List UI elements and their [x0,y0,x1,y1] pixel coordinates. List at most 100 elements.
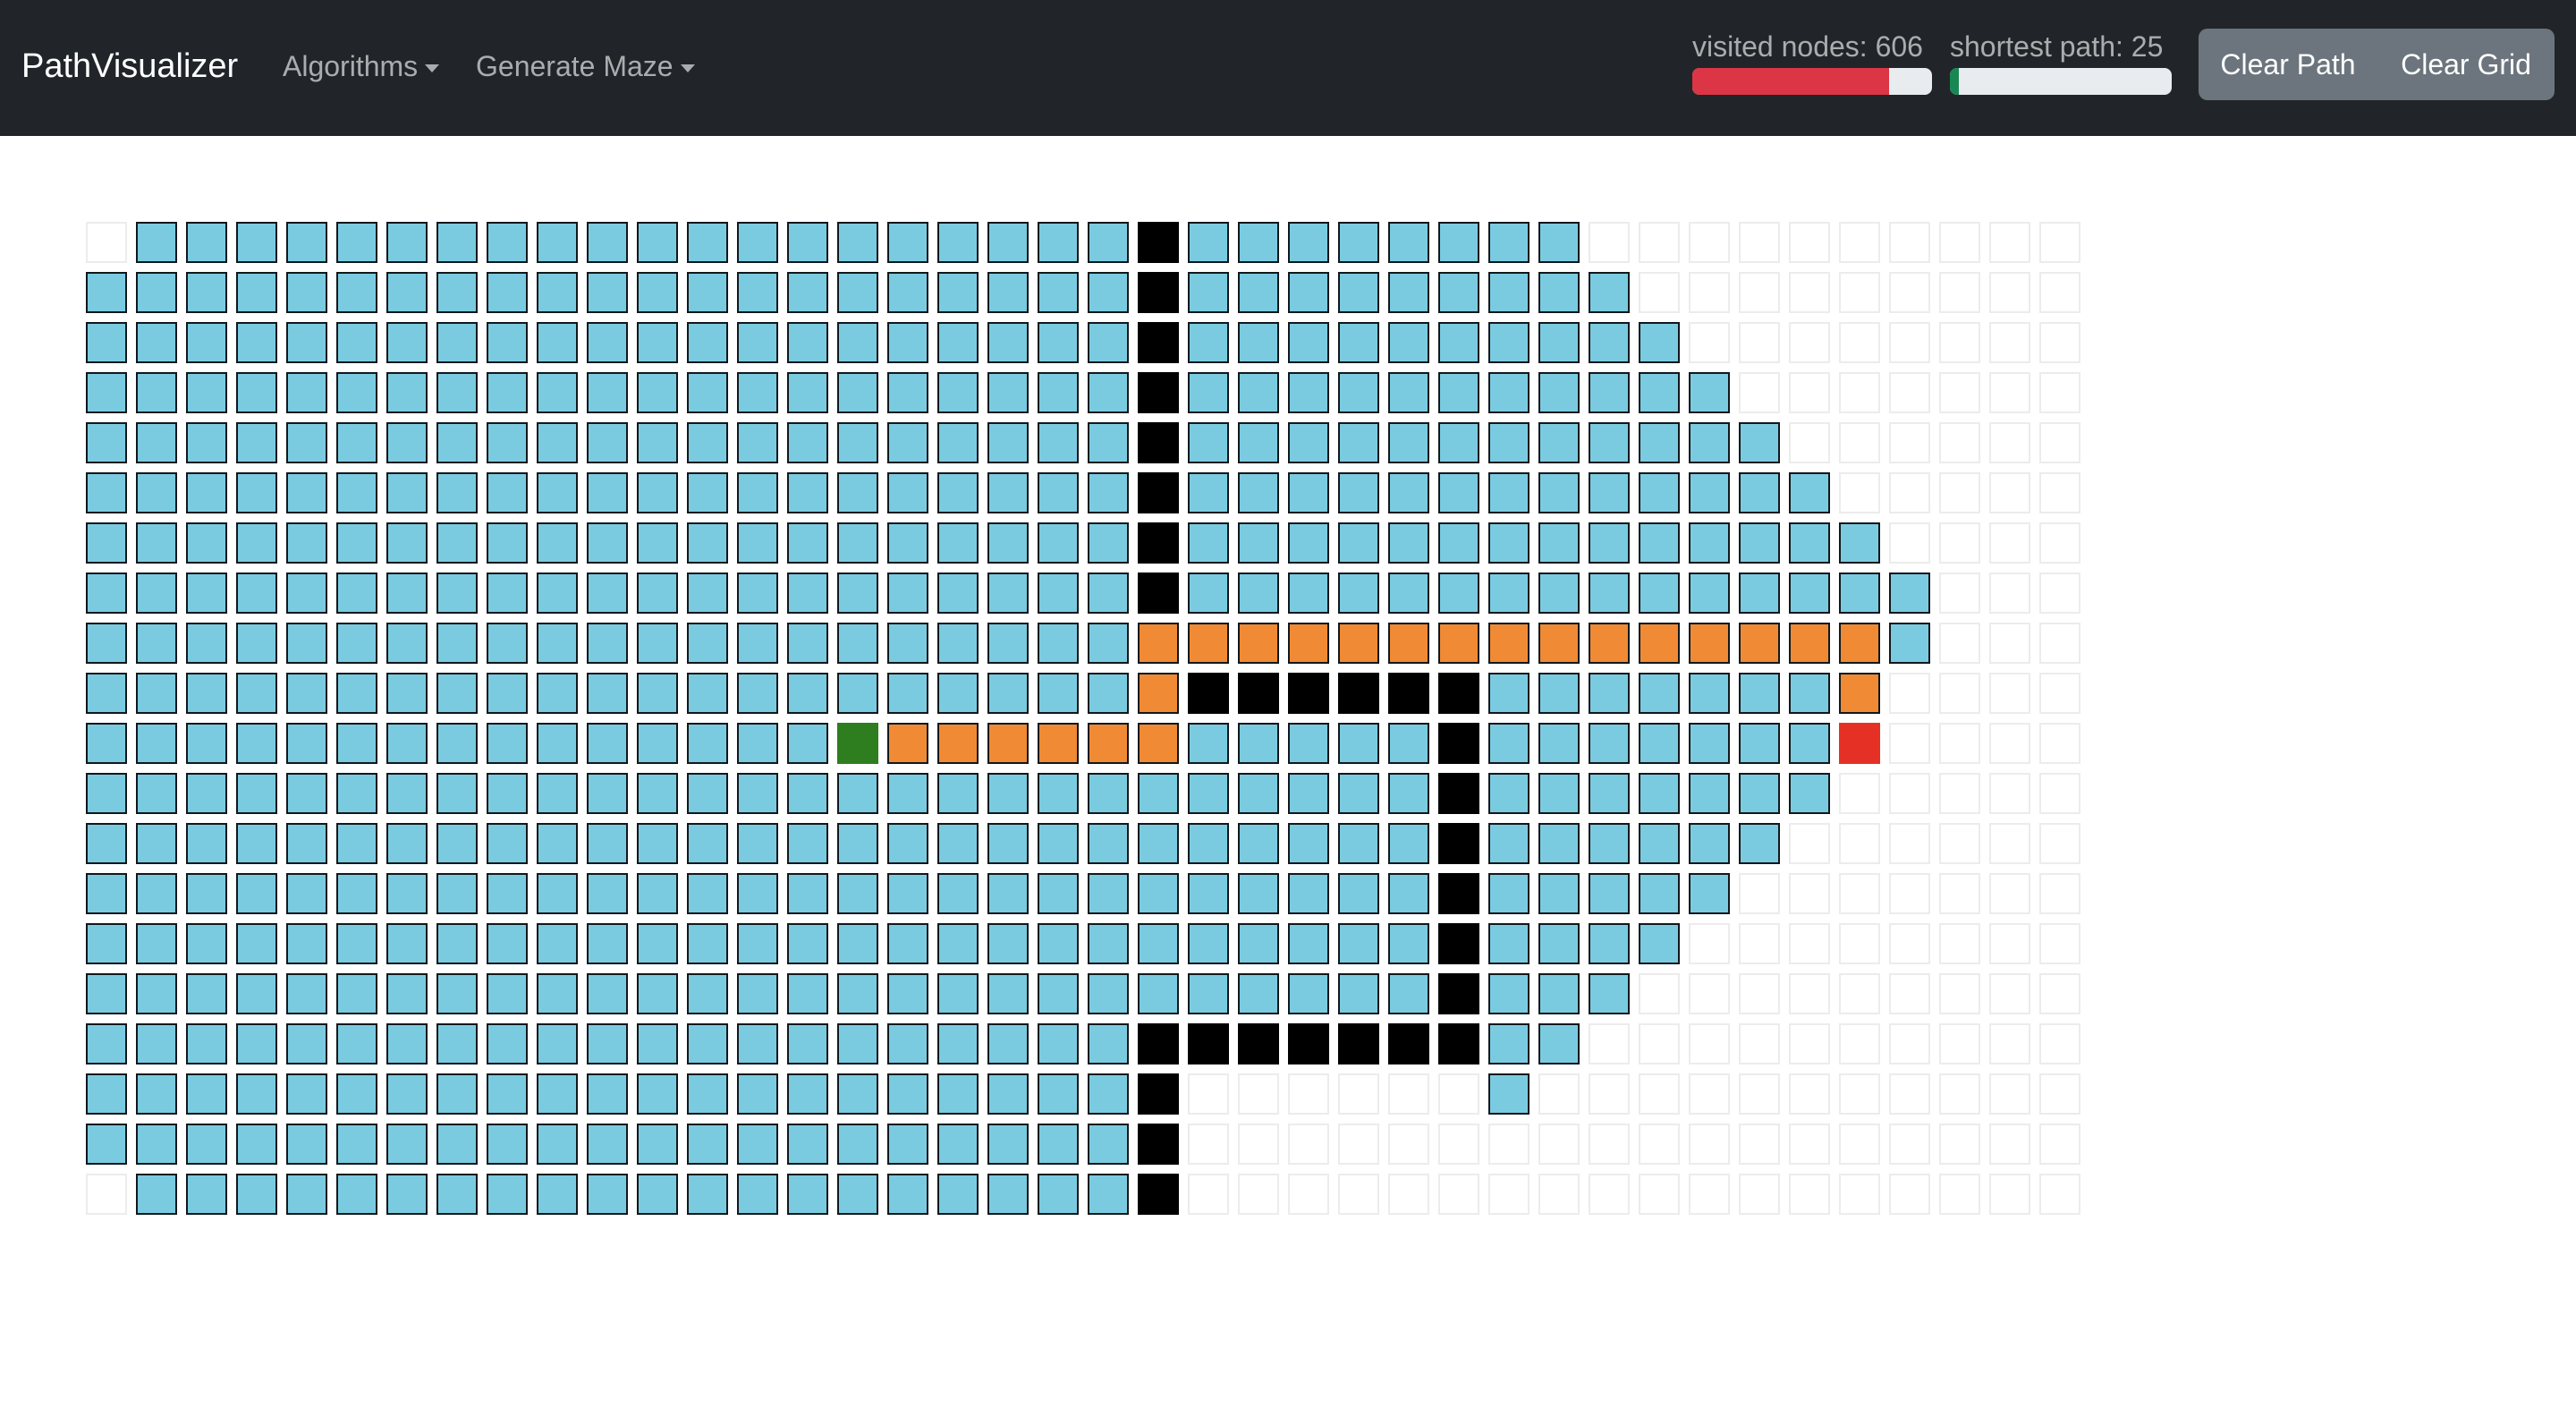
grid-cell-visited[interactable] [236,522,277,564]
grid-cell-visited[interactable] [687,973,728,1014]
grid-cell-visited[interactable] [1338,823,1379,864]
grid-cell-visited[interactable] [987,422,1029,463]
grid-cell-visited[interactable] [436,623,478,664]
grid-cell-visited[interactable] [887,1073,928,1115]
grid-cell-visited[interactable] [487,623,528,664]
grid-cell-visited[interactable] [1639,873,1680,914]
grid-cell-visited[interactable] [537,973,578,1014]
grid-cell-empty[interactable] [1839,422,1880,463]
grid-cell-visited[interactable] [687,723,728,764]
grid-cell-shortest-path[interactable] [1388,623,1429,664]
grid-cell-visited[interactable] [537,372,578,413]
grid-cell-visited[interactable] [1789,522,1830,564]
grid-cell-empty[interactable] [1939,1073,1980,1115]
grid-cell-visited[interactable] [1689,522,1730,564]
grid-cell-visited[interactable] [1488,773,1530,814]
grid-cell-visited[interactable] [336,472,377,513]
grid-cell-visited[interactable] [186,773,227,814]
grid-cell-visited[interactable] [86,422,127,463]
grid-cell-visited[interactable] [1589,923,1630,964]
grid-cell-visited[interactable] [336,1023,377,1064]
grid-cell-visited[interactable] [386,823,428,864]
grid-cell-visited[interactable] [637,322,678,363]
grid-cell-visited[interactable] [86,1124,127,1165]
grid-cell-visited[interactable] [1538,372,1580,413]
grid-cell-empty[interactable] [1789,1023,1830,1064]
grid-cell-visited[interactable] [1238,472,1279,513]
grid-cell-empty[interactable] [1839,823,1880,864]
grid-cell-empty[interactable] [1238,1073,1279,1115]
grid-cell-visited[interactable] [436,823,478,864]
grid-cell-visited[interactable] [236,1174,277,1215]
grid-cell-visited[interactable] [436,673,478,714]
grid-cell-visited[interactable] [1689,372,1730,413]
grid-cell-empty[interactable] [1989,422,2030,463]
grid-cell-visited[interactable] [1288,773,1329,814]
grid-cell-empty[interactable] [1989,1073,2030,1115]
grid-cell-visited[interactable] [1438,222,1479,263]
grid-cell-visited[interactable] [236,1124,277,1165]
grid-cell-visited[interactable] [1038,1124,1079,1165]
grid-cell-visited[interactable] [1038,873,1079,914]
grid-cell-wall[interactable] [1438,823,1479,864]
grid-cell-visited[interactable] [937,873,979,914]
grid-cell-visited[interactable] [487,1174,528,1215]
grid-cell-visited[interactable] [487,1073,528,1115]
grid-cell-wall[interactable] [1438,1023,1479,1064]
grid-cell-visited[interactable] [386,372,428,413]
grid-cell-empty[interactable] [1639,1174,1680,1215]
grid-cell-shortest-path[interactable] [1088,723,1129,764]
grid-cell-visited[interactable] [837,522,878,564]
grid-cell-visited[interactable] [887,272,928,313]
grid-cell-visited[interactable] [487,873,528,914]
grid-cell-visited[interactable] [637,1124,678,1165]
grid-cell-empty[interactable] [1789,823,1830,864]
grid-cell-visited[interactable] [1088,1023,1129,1064]
grid-cell-wall[interactable] [1138,472,1179,513]
grid-cell-visited[interactable] [1088,773,1129,814]
grid-cell-visited[interactable] [637,573,678,614]
grid-cell-visited[interactable] [937,773,979,814]
grid-cell-visited[interactable] [587,272,628,313]
grid-cell-visited[interactable] [637,623,678,664]
grid-cell-visited[interactable] [737,322,778,363]
grid-cell-visited[interactable] [1639,673,1680,714]
grid-cell-visited[interactable] [987,272,1029,313]
grid-cell-visited[interactable] [987,322,1029,363]
grid-cell-empty[interactable] [2039,1124,2080,1165]
grid-cell-visited[interactable] [637,1174,678,1215]
grid-cell-visited[interactable] [637,973,678,1014]
grid-cell-visited[interactable] [687,272,728,313]
grid-cell-visited[interactable] [687,673,728,714]
grid-cell-wall[interactable] [1438,673,1479,714]
grid-cell-empty[interactable] [1889,973,1930,1014]
grid-cell-empty[interactable] [1889,372,1930,413]
grid-cell-visited[interactable] [587,973,628,1014]
grid-cell-visited[interactable] [787,422,828,463]
grid-cell-shortest-path[interactable] [1488,623,1530,664]
grid-cell-visited[interactable] [86,1073,127,1115]
grid-cell-empty[interactable] [1839,222,1880,263]
grid-cell-visited[interactable] [86,773,127,814]
grid-cell-shortest-path[interactable] [1538,623,1580,664]
grid-cell-visited[interactable] [286,522,327,564]
grid-cell-visited[interactable] [1538,573,1580,614]
grid-cell-visited[interactable] [1038,222,1079,263]
grid-cell-visited[interactable] [637,522,678,564]
grid-cell-visited[interactable] [1488,322,1530,363]
grid-cell-visited[interactable] [1689,723,1730,764]
grid-cell-visited[interactable] [1288,823,1329,864]
grid-cell-visited[interactable] [386,873,428,914]
grid-cell-visited[interactable] [737,773,778,814]
grid-cell-visited[interactable] [587,222,628,263]
grid-cell-visited[interactable] [887,623,928,664]
grid-cell-visited[interactable] [987,823,1029,864]
grid-cell-wall[interactable] [1138,1073,1179,1115]
grid-cell-visited[interactable] [937,322,979,363]
grid-cell-visited[interactable] [837,322,878,363]
clear-grid-button[interactable]: Clear Grid [2377,29,2555,100]
grid-cell-visited[interactable] [1338,573,1379,614]
grid-cell-visited[interactable] [436,322,478,363]
grid-cell-visited[interactable] [1388,723,1429,764]
grid-cell-visited[interactable] [637,222,678,263]
